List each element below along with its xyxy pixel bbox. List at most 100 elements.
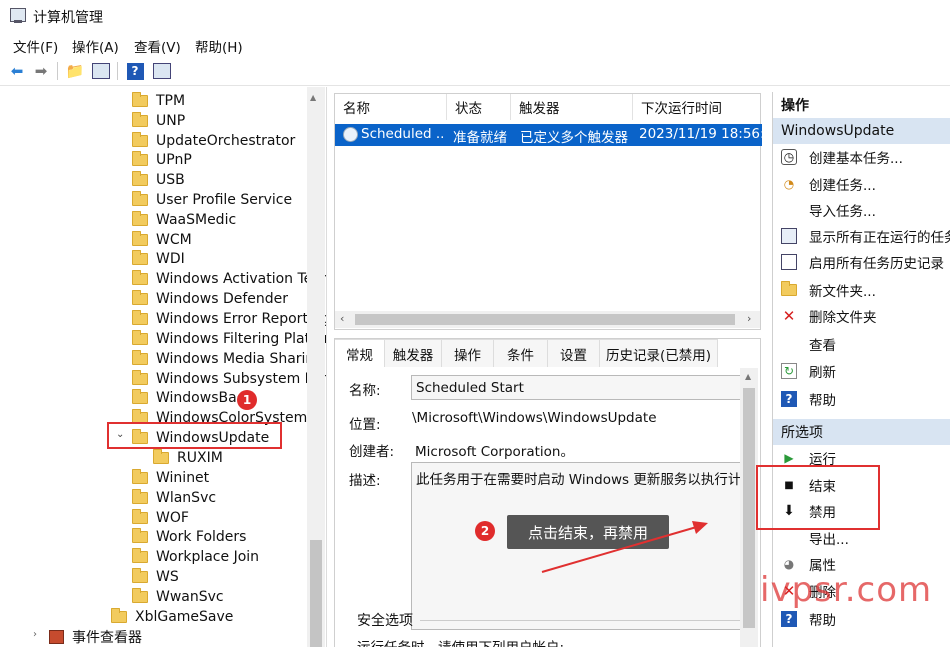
refresh-icon: ↻	[781, 363, 797, 379]
folder-icon	[132, 150, 148, 166]
action-enable-history[interactable]: 启用所有任务历史记录	[781, 251, 950, 273]
tree-item[interactable]: USB	[132, 170, 185, 189]
forward-arrow-icon[interactable]: ➡	[31, 61, 51, 81]
name-label: 名称:	[349, 383, 381, 399]
tree-item[interactable]: TPM	[132, 91, 185, 110]
tab-conditions[interactable]: 条件	[494, 339, 548, 367]
tree-item[interactable]: Windows Filtering Platfor	[132, 329, 326, 348]
tree-item[interactable]: Windows Defender	[132, 289, 288, 308]
tree-item[interactable]: Work Folders	[132, 527, 246, 546]
folder-up-icon[interactable]: 📁	[65, 61, 85, 81]
task-list: 名称 状态 触发器 下次运行时间 Scheduled ... 准备就绪 已定义多…	[334, 93, 762, 330]
column-header-trigger[interactable]: 触发器	[511, 94, 633, 120]
tree-scroll-thumb[interactable]	[310, 540, 322, 647]
tab-general[interactable]: 常规	[335, 339, 385, 367]
computer-management-icon	[10, 8, 26, 23]
task-row-selected[interactable]: Scheduled ... 准备就绪 已定义多个触发器 2023/11/19 1…	[335, 124, 762, 146]
menu-help[interactable]: 帮助(H)	[195, 36, 243, 56]
action-show-running[interactable]: 显示所有正在运行的任务	[781, 225, 950, 247]
location-value: \Microsoft\Windows\WindowsUpdate	[412, 410, 657, 426]
folder-icon	[132, 309, 148, 325]
menu-file[interactable]: 文件(F)	[13, 36, 58, 56]
tree-item-event-viewer[interactable]: 事件查看器	[49, 627, 142, 646]
folder-icon	[132, 468, 148, 484]
folder-icon	[132, 587, 148, 603]
author-value: Microsoft Corporation。	[415, 444, 574, 460]
folder-icon	[132, 547, 148, 563]
tree-item-xblgamesave[interactable]: XblGameSave	[111, 607, 233, 626]
delete-icon: ✕	[782, 307, 796, 325]
run-as-label: 运行任务时，请使用下列用户帐户:	[357, 636, 564, 647]
tree-item-windowsupdate[interactable]: WindowsUpdate	[132, 428, 269, 447]
highlight-box-end-disable	[756, 465, 880, 530]
event-viewer-icon	[49, 629, 64, 644]
details-vscroll-thumb[interactable]	[743, 388, 755, 628]
run-icon: ▶	[784, 451, 794, 465]
watermark: ivpsr.com	[760, 570, 933, 610]
tree-item[interactable]: WOF	[132, 508, 189, 527]
chevron-down-icon[interactable]: ⌄	[116, 429, 124, 440]
tree-item[interactable]: UpdateOrchestrator	[132, 131, 295, 150]
help-icon[interactable]: ?	[125, 61, 145, 81]
console-tree: TPM UNP UpdateOrchestrator UPnP USB User…	[0, 87, 327, 647]
action-view[interactable]: 查看	[781, 333, 950, 355]
tab-triggers[interactable]: 触发器	[385, 339, 442, 367]
column-header-status[interactable]: 状态	[447, 94, 511, 120]
action-create-basic-task[interactable]: ◷ 创建基本任务...	[781, 146, 950, 168]
actions-group-selected[interactable]: 所选项	[773, 419, 950, 445]
actions-group-windowsupdate[interactable]: WindowsUpdate	[773, 118, 950, 144]
basic-task-icon: ◷	[781, 149, 797, 165]
tree-item[interactable]: WCM	[132, 230, 192, 249]
tree-item[interactable]: Windows Error Reporting	[132, 309, 326, 328]
action-new-folder[interactable]: 新文件夹...	[781, 279, 950, 301]
tree-item[interactable]: Windows Subsystem For	[132, 369, 326, 388]
column-header-name[interactable]: 名称	[335, 94, 447, 120]
menu-view[interactable]: 查看(V)	[134, 36, 181, 56]
action-create-task[interactable]: ◔ 创建任务...	[781, 173, 950, 195]
action-import-task[interactable]: 导入任务...	[781, 199, 950, 221]
divider	[420, 620, 740, 621]
tree-item[interactable]: Windows Activation Tech	[132, 269, 326, 288]
back-arrow-icon[interactable]: ⬅	[7, 61, 27, 81]
tree-item[interactable]: WS	[132, 567, 179, 586]
history-icon	[781, 254, 797, 270]
scroll-right-icon[interactable]: ›	[747, 312, 751, 325]
action-delete-folder[interactable]: ✕ 删除文件夹	[781, 305, 950, 327]
menu-action[interactable]: 操作(A)	[72, 36, 119, 56]
panel-icon[interactable]	[152, 61, 172, 81]
action-help-selected[interactable]: ? 帮助	[781, 608, 950, 630]
action-refresh[interactable]: ↻ 刷新	[781, 360, 950, 382]
task-status: 准备就绪	[453, 130, 507, 146]
tree-item[interactable]: WDI	[132, 249, 185, 268]
console-tree-icon[interactable]	[91, 61, 111, 81]
scroll-left-icon[interactable]: ‹	[340, 312, 344, 325]
tree-item[interactable]: User Profile Service	[132, 190, 292, 209]
tab-settings[interactable]: 设置	[548, 339, 600, 367]
folder-icon	[132, 230, 148, 246]
tree-item-ruxim[interactable]: RUXIM	[153, 448, 223, 467]
tree-item[interactable]: UNP	[132, 111, 185, 130]
tree-item[interactable]: Windows Media Sharing	[132, 349, 323, 368]
chevron-right-icon[interactable]: ›	[33, 629, 37, 640]
action-export[interactable]: 导出...	[781, 527, 950, 549]
scroll-up-icon[interactable]: ▲	[310, 93, 316, 102]
tree-item[interactable]: UPnP	[132, 150, 192, 169]
tree-item[interactable]: WindowsBack	[132, 388, 252, 407]
task-next-run: 2023/11/19 18:56:5	[639, 126, 762, 142]
menu-bar: 文件(F) 操作(A) 查看(V) 帮助(H)	[0, 33, 950, 56]
tab-actions[interactable]: 操作	[442, 339, 494, 367]
name-field[interactable]: Scheduled Start	[411, 375, 741, 400]
scroll-up-icon[interactable]: ▲	[745, 372, 751, 381]
tree-item[interactable]: WaaSMedic	[132, 210, 236, 229]
task-list-hscroll-thumb[interactable]	[355, 314, 735, 325]
folder-icon	[132, 111, 148, 127]
running-tasks-icon	[781, 228, 797, 244]
action-help[interactable]: ? 帮助	[781, 388, 950, 410]
column-header-next-run[interactable]: 下次运行时间	[633, 94, 762, 120]
tree-item[interactable]: WlanSvc	[132, 488, 216, 507]
folder-icon	[132, 369, 148, 385]
tab-history[interactable]: 历史记录(已禁用)	[600, 339, 718, 367]
tree-item[interactable]: Wininet	[132, 468, 209, 487]
tree-item[interactable]: WwanSvc	[132, 587, 224, 606]
tree-item[interactable]: Workplace Join	[132, 547, 259, 566]
